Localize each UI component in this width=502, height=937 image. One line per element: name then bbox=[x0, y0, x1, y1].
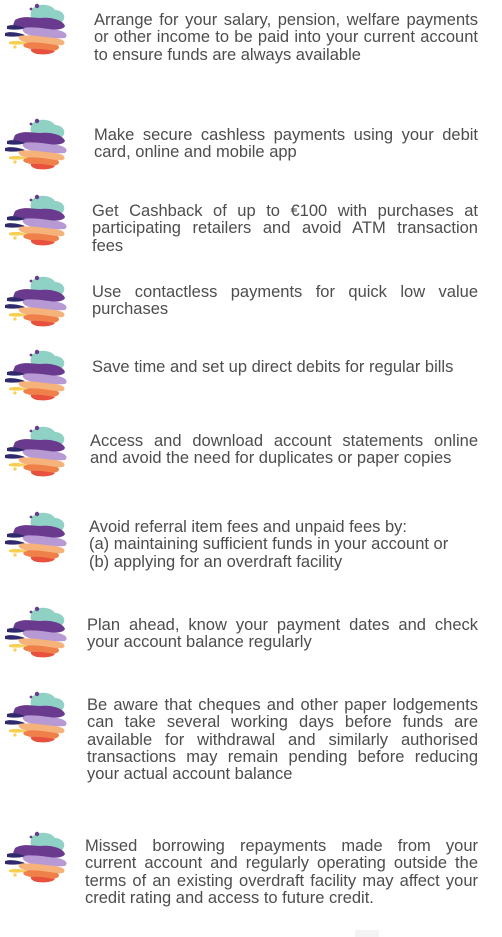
tip-text: Access and download account statements o… bbox=[90, 432, 478, 468]
colorful-blob-icon bbox=[5, 831, 67, 883]
tip-text: Arrange for your salary, pension, welfar… bbox=[94, 11, 478, 64]
colorful-blob-icon bbox=[5, 118, 67, 170]
colorful-blob-icon bbox=[5, 425, 67, 477]
colorful-blob-icon bbox=[5, 275, 67, 327]
tip-text: Avoid referral item fees and unpaid fees… bbox=[89, 518, 449, 571]
colorful-blob-icon bbox=[5, 194, 67, 246]
tip-text: Be aware that cheques and other paper lo… bbox=[87, 696, 478, 784]
tip-text: Missed borrowing repayments made from yo… bbox=[85, 837, 478, 907]
tip-text: Use contactless payments for quick low v… bbox=[92, 283, 478, 319]
tip-text: Plan ahead, know your payment dates and … bbox=[87, 616, 478, 652]
page-corner-mark bbox=[355, 930, 379, 937]
tip-text: Save time and set up direct debits for r… bbox=[92, 358, 454, 376]
colorful-blob-icon bbox=[5, 606, 67, 658]
colorful-blob-icon bbox=[5, 511, 67, 563]
tip-text: Make secure cashless payments using your… bbox=[94, 126, 478, 162]
colorful-blob-icon bbox=[5, 3, 67, 55]
colorful-blob-icon bbox=[5, 691, 67, 743]
tip-text: Get Cashback of up to €100 with purchase… bbox=[92, 202, 478, 255]
colorful-blob-icon bbox=[5, 349, 67, 401]
